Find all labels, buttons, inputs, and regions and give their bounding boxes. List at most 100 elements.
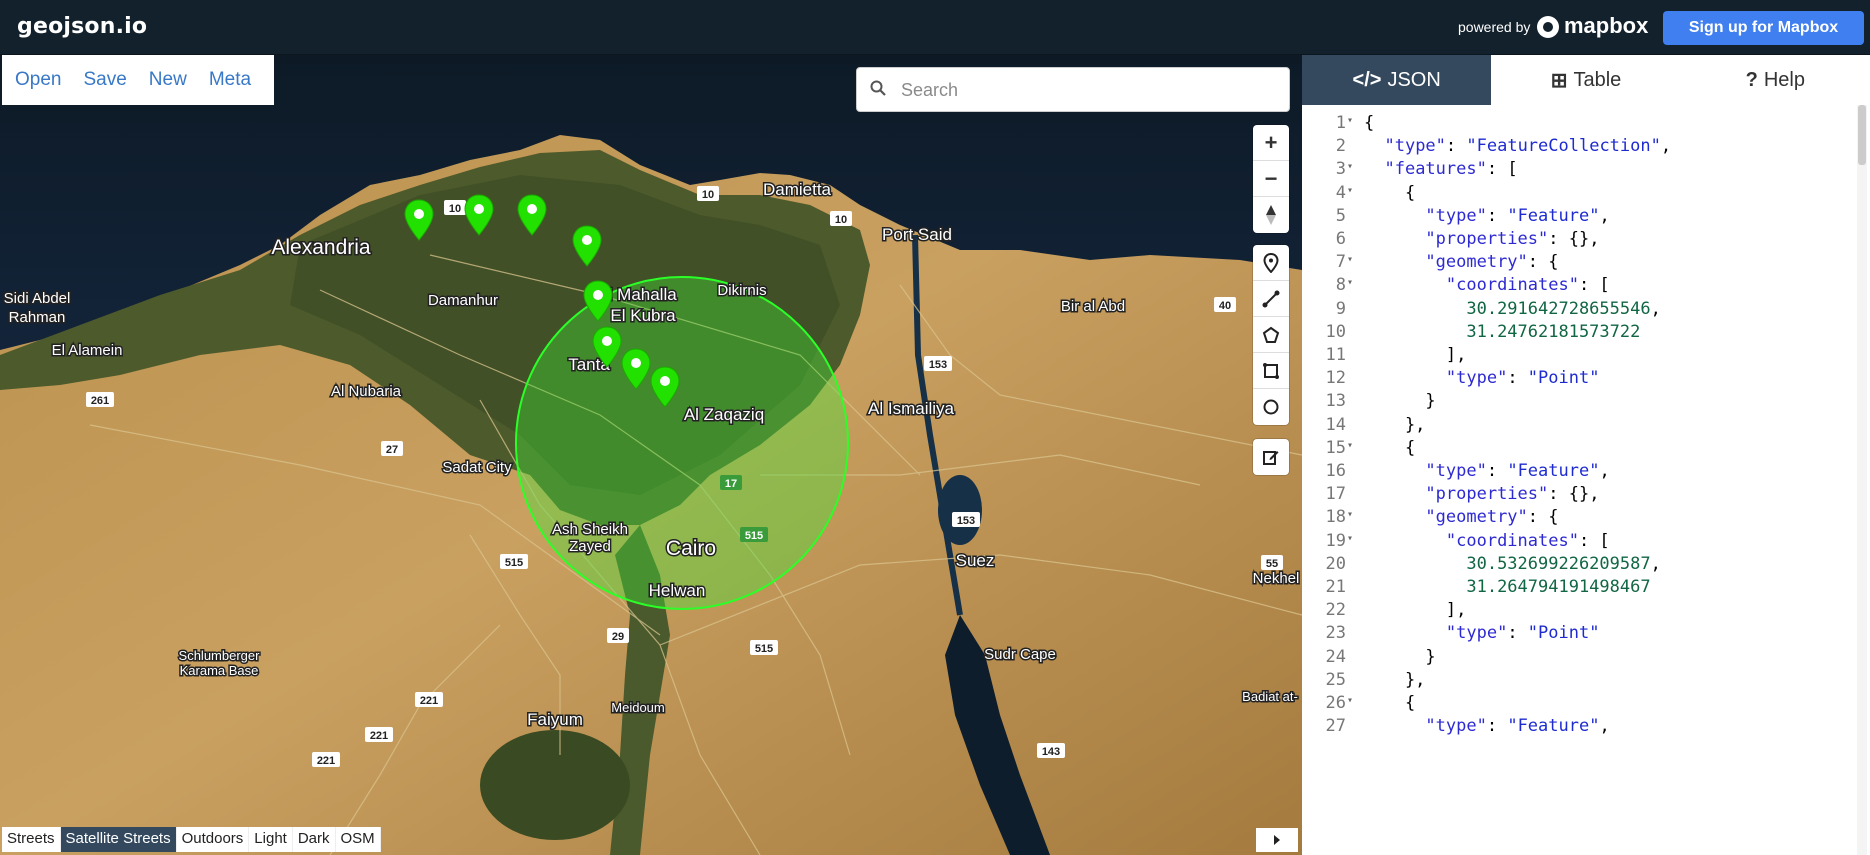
map-label: Suez: [956, 551, 995, 570]
zoom-out-button[interactable]: −: [1253, 161, 1289, 197]
save-button[interactable]: Save: [83, 69, 126, 91]
rectangle-icon: [1263, 362, 1279, 379]
map-canvas[interactable]: 10 10 10 40 261 27 153 17 515 515 153 51…: [0, 55, 1302, 855]
json-editor[interactable]: 1 ▾{2 "type": "FeatureCollection", 3 ▾ "fea…: [1302, 113, 1858, 855]
app-logo[interactable]: geojson.io: [17, 14, 147, 39]
road-shield: 515: [500, 554, 528, 569]
svg-text:10: 10: [449, 203, 461, 215]
map-label: Damietta: [763, 180, 832, 199]
road-shield: 153: [952, 512, 980, 527]
table-icon: ⊞: [1550, 69, 1568, 92]
code-line[interactable]: 27 "type": "Feature",: [1302, 716, 1858, 744]
editor-scrollbar[interactable]: [1858, 105, 1866, 165]
marker-icon: [1263, 252, 1279, 273]
pane-tabs: </> JSON ⊞ Table ? Help: [1302, 55, 1870, 105]
map-label: Helwan: [649, 581, 706, 600]
edit-controls: [1253, 439, 1289, 475]
fold-toggle-icon[interactable]: ▾: [1347, 161, 1353, 172]
code-text: },: [1364, 669, 1426, 690]
road-shield: 10: [830, 211, 852, 226]
code-text: {: [1364, 182, 1416, 203]
tab-table[interactable]: ⊞ Table: [1491, 55, 1680, 105]
fold-toggle-icon[interactable]: ▾: [1347, 185, 1353, 196]
zoom-in-button[interactable]: +: [1253, 125, 1289, 161]
code-text: "type": "Point": [1445, 623, 1600, 644]
signup-button[interactable]: Sign up for Mapbox: [1663, 11, 1864, 45]
fold-toggle-icon[interactable]: ▾: [1347, 254, 1353, 265]
svg-text:27: 27: [386, 444, 398, 456]
line-number: 16: [1325, 461, 1346, 481]
code-text: 31.264794191498467: [1466, 577, 1651, 597]
fold-toggle-icon[interactable]: ▾: [1347, 115, 1353, 126]
draw-controls: [1253, 245, 1289, 425]
svg-text:515: 515: [505, 557, 523, 569]
caret-right-icon: [1274, 835, 1280, 845]
style-osm[interactable]: OSM: [336, 827, 381, 852]
mapbox-logo-icon: [1537, 16, 1559, 38]
line-number: 8: [1335, 275, 1346, 296]
new-button[interactable]: New: [149, 69, 187, 91]
code-text: ],: [1364, 345, 1467, 365]
meta-button[interactable]: Meta: [209, 69, 251, 91]
compass-icon: [1266, 205, 1276, 225]
file-menu: Open Save New Meta: [2, 55, 274, 105]
top-bar: geojson.io powered by mapbox Sign up for…: [0, 0, 1870, 55]
tab-label: JSON: [1387, 68, 1441, 91]
map-label: Dikirnis: [717, 282, 766, 299]
draw-line-button[interactable]: [1253, 281, 1289, 317]
svg-text:221: 221: [370, 730, 388, 742]
style-light[interactable]: Light: [249, 827, 293, 852]
mapbox-wordmark: mapbox: [1564, 13, 1649, 38]
svg-text:153: 153: [957, 515, 975, 527]
draw-circle-button[interactable]: [1253, 389, 1289, 425]
road-shield: 10: [697, 186, 719, 201]
fold-toggle-icon[interactable]: ▾: [1347, 695, 1353, 706]
fold-toggle-icon[interactable]: ▾: [1347, 533, 1353, 544]
style-dark[interactable]: Dark: [293, 827, 336, 852]
map-label: Nekhel: [1253, 570, 1300, 587]
fold-toggle-icon[interactable]: ▾: [1347, 277, 1353, 288]
style-satellite-streets[interactable]: Satellite Streets: [60, 827, 177, 852]
draw-marker-button[interactable]: [1253, 245, 1289, 281]
compass-button[interactable]: [1253, 197, 1289, 233]
fold-toggle-icon[interactable]: ▾: [1347, 509, 1353, 520]
map-label: Damanhur: [428, 292, 498, 309]
line-number: 14: [1325, 414, 1346, 435]
line-number: 19: [1325, 530, 1346, 551]
code-text: "properties": {},: [1425, 229, 1600, 249]
code-text: {: [1364, 693, 1416, 713]
map-label: Badiat at-: [1242, 689, 1298, 704]
svg-text:153: 153: [929, 359, 947, 371]
style-outdoors[interactable]: Outdoors: [177, 827, 250, 852]
map-label: Karama Base: [180, 663, 259, 678]
code-text: "type": "Feature",: [1425, 716, 1610, 737]
edit-button[interactable]: [1253, 439, 1289, 475]
line-number: 17: [1325, 484, 1346, 505]
side-pane: </> JSON ⊞ Table ? Help 1 ▾{2 "type": "Fe…: [1302, 55, 1870, 855]
search-input[interactable]: [901, 76, 1281, 104]
powered-by-label: powered by: [1458, 19, 1531, 35]
code-text: }: [1364, 391, 1436, 412]
map-label: Faiyum: [527, 710, 583, 729]
style-streets[interactable]: Streets: [2, 827, 61, 852]
line-number: 4: [1335, 182, 1346, 203]
line-number: 9: [1335, 298, 1346, 319]
editor-scroll-track[interactable]: [1857, 105, 1867, 855]
fold-toggle-icon[interactable]: ▾: [1347, 440, 1353, 451]
svg-text:29: 29: [612, 631, 624, 643]
map-label: Sudr Cape: [984, 646, 1056, 663]
map-label: Al Nubaria: [331, 383, 402, 400]
map-label: Zayed: [569, 538, 611, 555]
line-number: 1: [1335, 113, 1346, 133]
tab-json[interactable]: </> JSON: [1302, 55, 1492, 105]
open-button[interactable]: Open: [15, 69, 61, 91]
draw-rectangle-button[interactable]: [1253, 353, 1289, 389]
map-label: Al Ismailiya: [868, 399, 955, 418]
code-text: "type": "Point": [1445, 368, 1600, 389]
tab-help[interactable]: ? Help: [1681, 55, 1870, 105]
road-shield: 10: [444, 200, 466, 215]
draw-polygon-button[interactable]: [1253, 317, 1289, 353]
collapse-pane-button[interactable]: [1256, 828, 1298, 852]
tab-label: Table: [1573, 68, 1622, 91]
code-text: 31.24762181573722: [1466, 321, 1641, 342]
